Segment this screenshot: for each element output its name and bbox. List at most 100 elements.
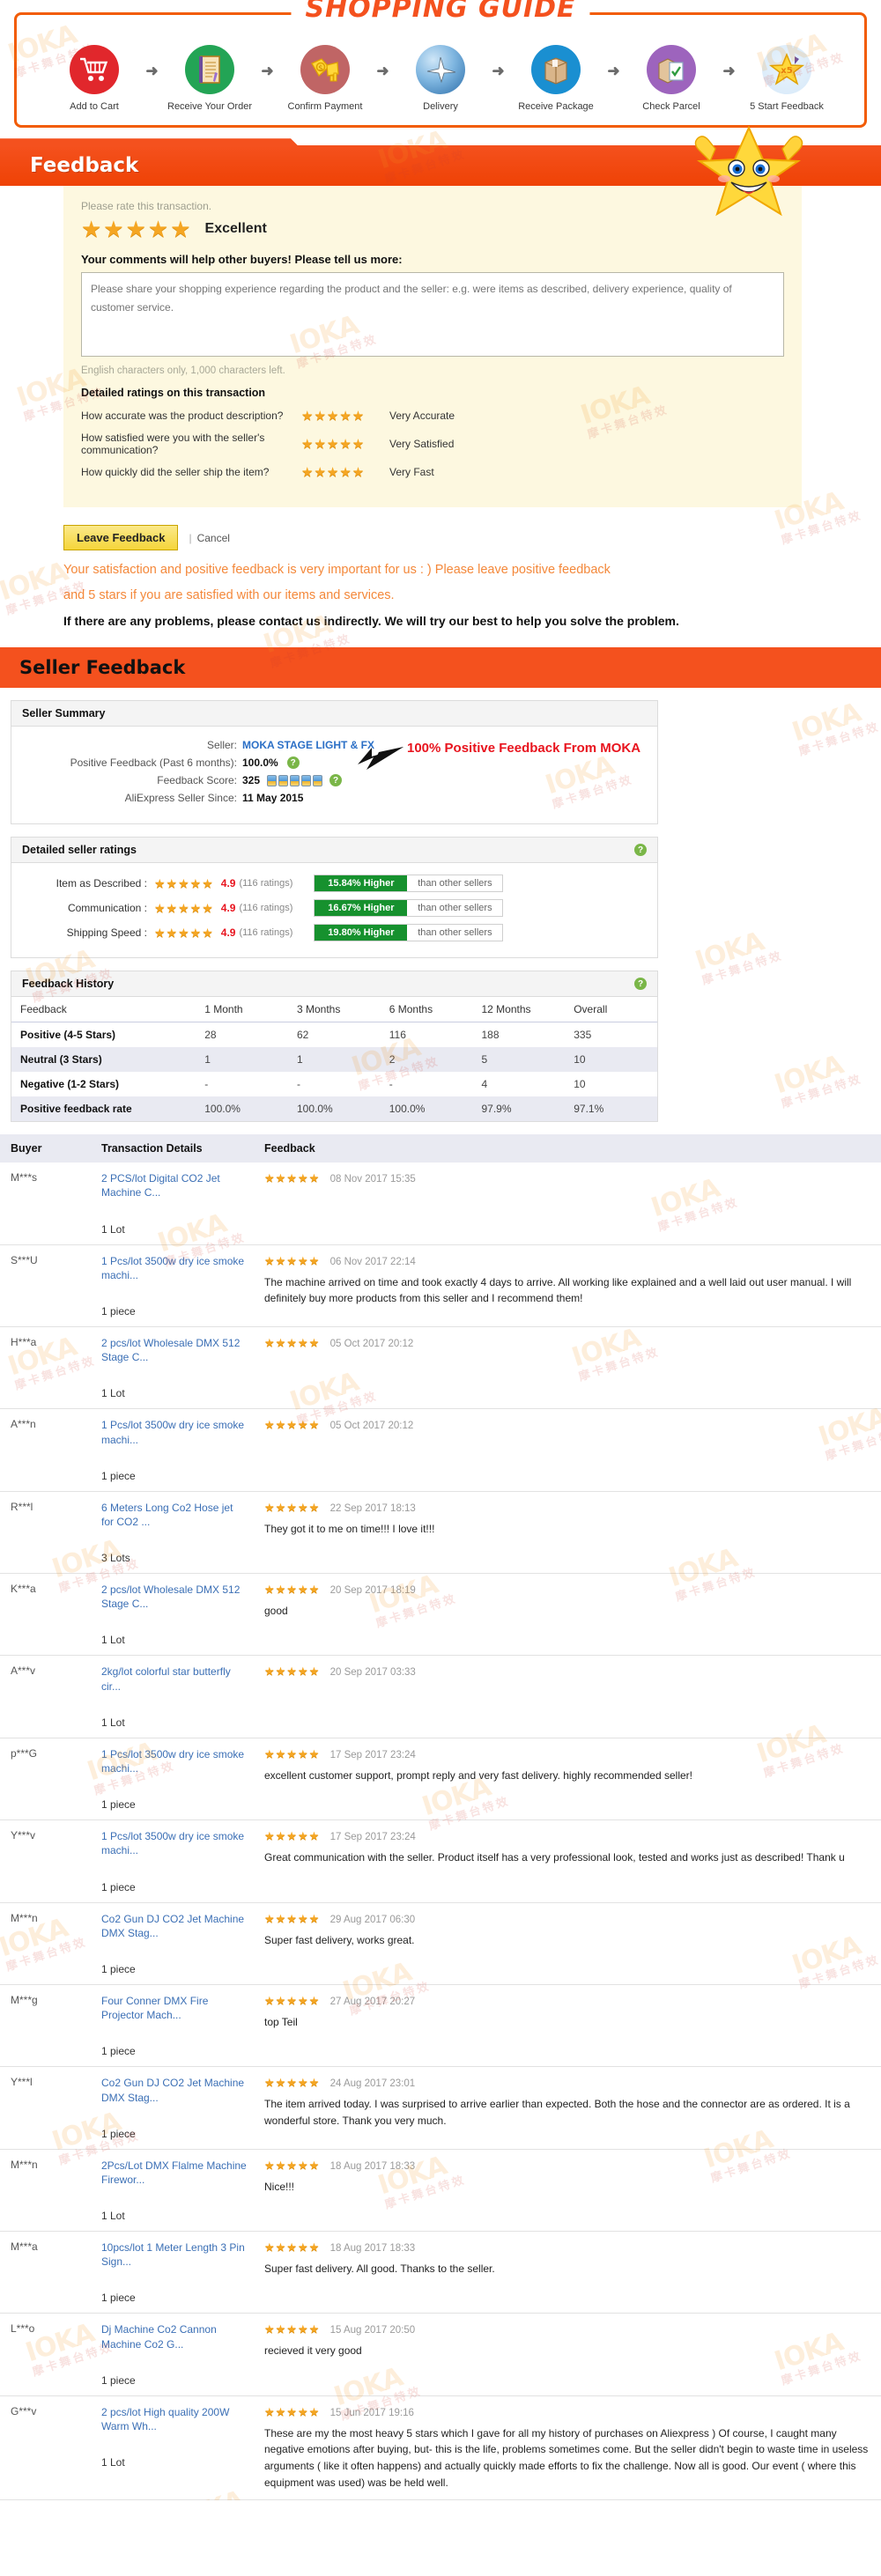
guide-step-label: Add to Cart	[70, 101, 119, 112]
feedback-text: These are my the most heavy 5 stars whic…	[264, 2426, 869, 2489]
dsr-row-shipping-speed: Shipping Speed : ★★★★★ 4.9 (116 ratings)…	[22, 924, 647, 942]
product-link[interactable]: 1 Pcs/lot 3500w dry ice smoke machi...	[101, 1747, 247, 1775]
table-row: A***v 2kg/lot colorful star butterfly ci…	[0, 1656, 881, 1738]
product-link[interactable]: 2 PCS/lot Digital CO2 Jet Machine C...	[101, 1171, 247, 1199]
product-link[interactable]: 1 Pcs/lot 3500w dry ice smoke machi...	[101, 1418, 247, 1446]
quantity: 1 Lot	[101, 1716, 125, 1729]
guide-step-receive-package: Receive Package	[510, 45, 603, 113]
history-col-6-months: 6 Months	[380, 997, 473, 1023]
feedback-cell: ★★★★★ 05 Oct 2017 20:12	[255, 1409, 881, 1491]
feedback-cell: ★★★★★ 15 Jun 2017 19:16 These are my the…	[255, 2395, 881, 2499]
order-document-icon	[185, 45, 234, 94]
dsr-comparison-label: than other sellers	[407, 875, 503, 892]
feedback-history-table: Feedback 1 Month 3 Months 6 Months 12 Mo…	[11, 997, 657, 1122]
product-link[interactable]: Co2 Gun DJ CO2 Jet Machine DMX Stag...	[101, 2076, 247, 2104]
detailed-rating-answer: Very Fast	[389, 466, 434, 479]
satisfaction-note-line2: and 5 stars if you are satisfied with ou…	[63, 588, 395, 603]
feedback-stars: ★★★★★	[264, 1829, 321, 1843]
dsr-higher-value: 15.84% Higher	[315, 875, 408, 892]
col-transaction-details: Transaction Details	[93, 1134, 255, 1163]
cancel-link[interactable]: Cancel	[197, 532, 230, 544]
shopping-guide-section: SHOPPING GUIDE Add to Cart ➜ Receive You…	[0, 0, 881, 137]
guide-step-receive-order: Receive Your Order	[164, 45, 256, 113]
product-link[interactable]: 1 Pcs/lot 3500w dry ice smoke machi...	[101, 1829, 247, 1857]
product-link[interactable]: 2 pcs/lot High quality 200W Warm Wh...	[101, 2405, 247, 2433]
product-link[interactable]: 10pcs/lot 1 Meter Length 3 Pin Sign...	[101, 2240, 247, 2269]
detailed-rating-stars[interactable]: ★★★★★	[301, 408, 389, 424]
help-icon[interactable]: ?	[634, 844, 647, 857]
quantity: 1 piece	[101, 1880, 136, 1893]
table-row: M***n 2Pcs/Lot DMX Flalme Machine Firewo…	[0, 2149, 881, 2232]
product-link[interactable]: 6 Meters Long Co2 Hose jet for CO2 ...	[101, 1501, 247, 1529]
satisfaction-note-line1: Your satisfaction and positive feedback …	[63, 563, 611, 578]
guide-step-check-parcel: Check Parcel	[626, 45, 718, 113]
history-cell: 1	[204, 1053, 211, 1067]
product-link[interactable]: 2 pcs/lot Wholesale DMX 512 Stage C...	[101, 1336, 247, 1364]
product-link[interactable]: 2kg/lot colorful star butterfly cir...	[101, 1664, 247, 1693]
quantity: 1 piece	[101, 2373, 136, 2387]
positive-feedback-label: Positive Feedback (Past 6 months):	[70, 757, 237, 770]
transaction-details: Four Conner DMX Fire Projector Mach... 1…	[93, 1984, 255, 2066]
col-feedback: Feedback	[255, 1134, 881, 1163]
table-row: S***U 1 Pcs/lot 3500w dry ice smoke mach…	[0, 1244, 881, 1327]
detailed-rating-stars[interactable]: ★★★★★	[301, 436, 389, 452]
feedback-stars: ★★★★★	[264, 1418, 321, 1432]
history-cell: 116	[389, 1029, 406, 1042]
feedback-cell: ★★★★★ 05 Oct 2017 20:12	[255, 1326, 881, 1408]
product-link[interactable]: 1 Pcs/lot 3500w dry ice smoke machi...	[101, 1254, 247, 1282]
overall-rating-row: ★★★★★ Excellent	[81, 218, 784, 240]
transaction-details: 2 pcs/lot High quality 200W Warm Wh... 1…	[93, 2395, 255, 2499]
product-link[interactable]: Co2 Gun DJ CO2 Jet Machine DMX Stag...	[101, 1912, 247, 1940]
help-icon[interactable]: ?	[329, 774, 343, 787]
buyer-name: M***n	[11, 2158, 38, 2171]
dsr-comparison-bar: 19.80% Higher than other sellers	[314, 924, 504, 942]
feedback-date: 17 Sep 2017 23:24	[329, 1832, 416, 1843]
detailed-rating-stars[interactable]: ★★★★★	[301, 464, 389, 480]
seller-summary-header: Seller Summary	[11, 701, 657, 727]
feedback-text: Super fast delivery, works great.	[264, 1933, 415, 1946]
comment-textarea[interactable]	[81, 272, 784, 358]
medal-icons	[267, 774, 323, 786]
product-link[interactable]: Dj Machine Co2 Cannon Machine Co2 G...	[101, 2322, 247, 2351]
feedback-text: Nice!!!	[264, 2180, 295, 2193]
dsr-comparison-bar: 16.67% Higher than other sellers	[314, 899, 504, 918]
buyer-name: M***a	[11, 2240, 38, 2254]
table-row: G***v 2 pcs/lot High quality 200W Warm W…	[0, 2395, 881, 2500]
feedback-history-title: Feedback History	[22, 978, 115, 991]
transaction-details: 1 Pcs/lot 3500w dry ice smoke machi... 1…	[93, 1244, 255, 1326]
comments-lead-label: Your comments will help other buyers! Pl…	[81, 253, 403, 267]
page-root: IOKA摩卡舞台特效 IOKA摩卡舞台特效 IOKA摩卡舞台特效 IOKA摩卡舞…	[0, 0, 881, 2500]
history-cell: 1	[296, 1053, 303, 1067]
feedback-cell: ★★★★★ 08 Nov 2017 15:35	[255, 1163, 881, 1244]
col-buyer: Buyer	[0, 1134, 93, 1163]
airplane-globe-icon	[416, 45, 465, 94]
seller-summary-title: Seller Summary	[22, 707, 106, 720]
table-row: K***a 2 pcs/lot Wholesale DMX 512 Stage …	[0, 1574, 881, 1656]
history-cell: 188	[481, 1029, 500, 1042]
feedback-date: 15 Jun 2017 19:16	[329, 2407, 414, 2418]
feedback-stars: ★★★★★	[264, 2076, 321, 2090]
product-link[interactable]: Four Conner DMX Fire Projector Mach...	[101, 1994, 247, 2022]
buyer-name: Y***v	[11, 1829, 36, 1842]
quantity: 1 Lot	[101, 1222, 125, 1236]
detailed-rating-question: How quickly did the seller ship the item…	[81, 466, 270, 479]
help-icon[interactable]: ?	[634, 978, 647, 991]
feedback-cell: ★★★★★ 17 Sep 2017 23:24 Great communicat…	[255, 1820, 881, 1902]
history-col-1-month: 1 Month	[196, 997, 288, 1023]
characters-left-hint: English characters only, 1,000 character…	[81, 365, 285, 377]
table-row: H***a 2 pcs/lot Wholesale DMX 512 Stage …	[0, 1326, 881, 1409]
feedback-date: 27 Aug 2017 20:27	[329, 1996, 416, 2007]
transaction-details: Co2 Gun DJ CO2 Jet Machine DMX Stag... 1…	[93, 2067, 255, 2149]
detailed-seller-ratings-panel: Detailed seller ratings ? Item as Descri…	[11, 837, 658, 959]
overall-rating-stars[interactable]: ★★★★★	[81, 218, 193, 240]
feedback-cell: ★★★★★ 24 Aug 2017 23:01 The item arrived…	[255, 2067, 881, 2149]
feedback-stars: ★★★★★	[264, 1335, 321, 1349]
history-cell: 97.9%	[481, 1103, 512, 1116]
feedback-form: Please rate this transaction. ★★★★★ Exce…	[63, 186, 802, 508]
table-row: Y***v 1 Pcs/lot 3500w dry ice smoke mach…	[0, 1820, 881, 1903]
leave-feedback-button[interactable]: Leave Feedback	[63, 525, 179, 551]
feedback-date: 05 Oct 2017 20:12	[329, 1421, 414, 1432]
product-link[interactable]: 2 pcs/lot Wholesale DMX 512 Stage C...	[101, 1583, 247, 1611]
help-icon[interactable]: ?	[286, 757, 300, 770]
product-link[interactable]: 2Pcs/Lot DMX Flalme Machine Firewor...	[101, 2159, 247, 2187]
